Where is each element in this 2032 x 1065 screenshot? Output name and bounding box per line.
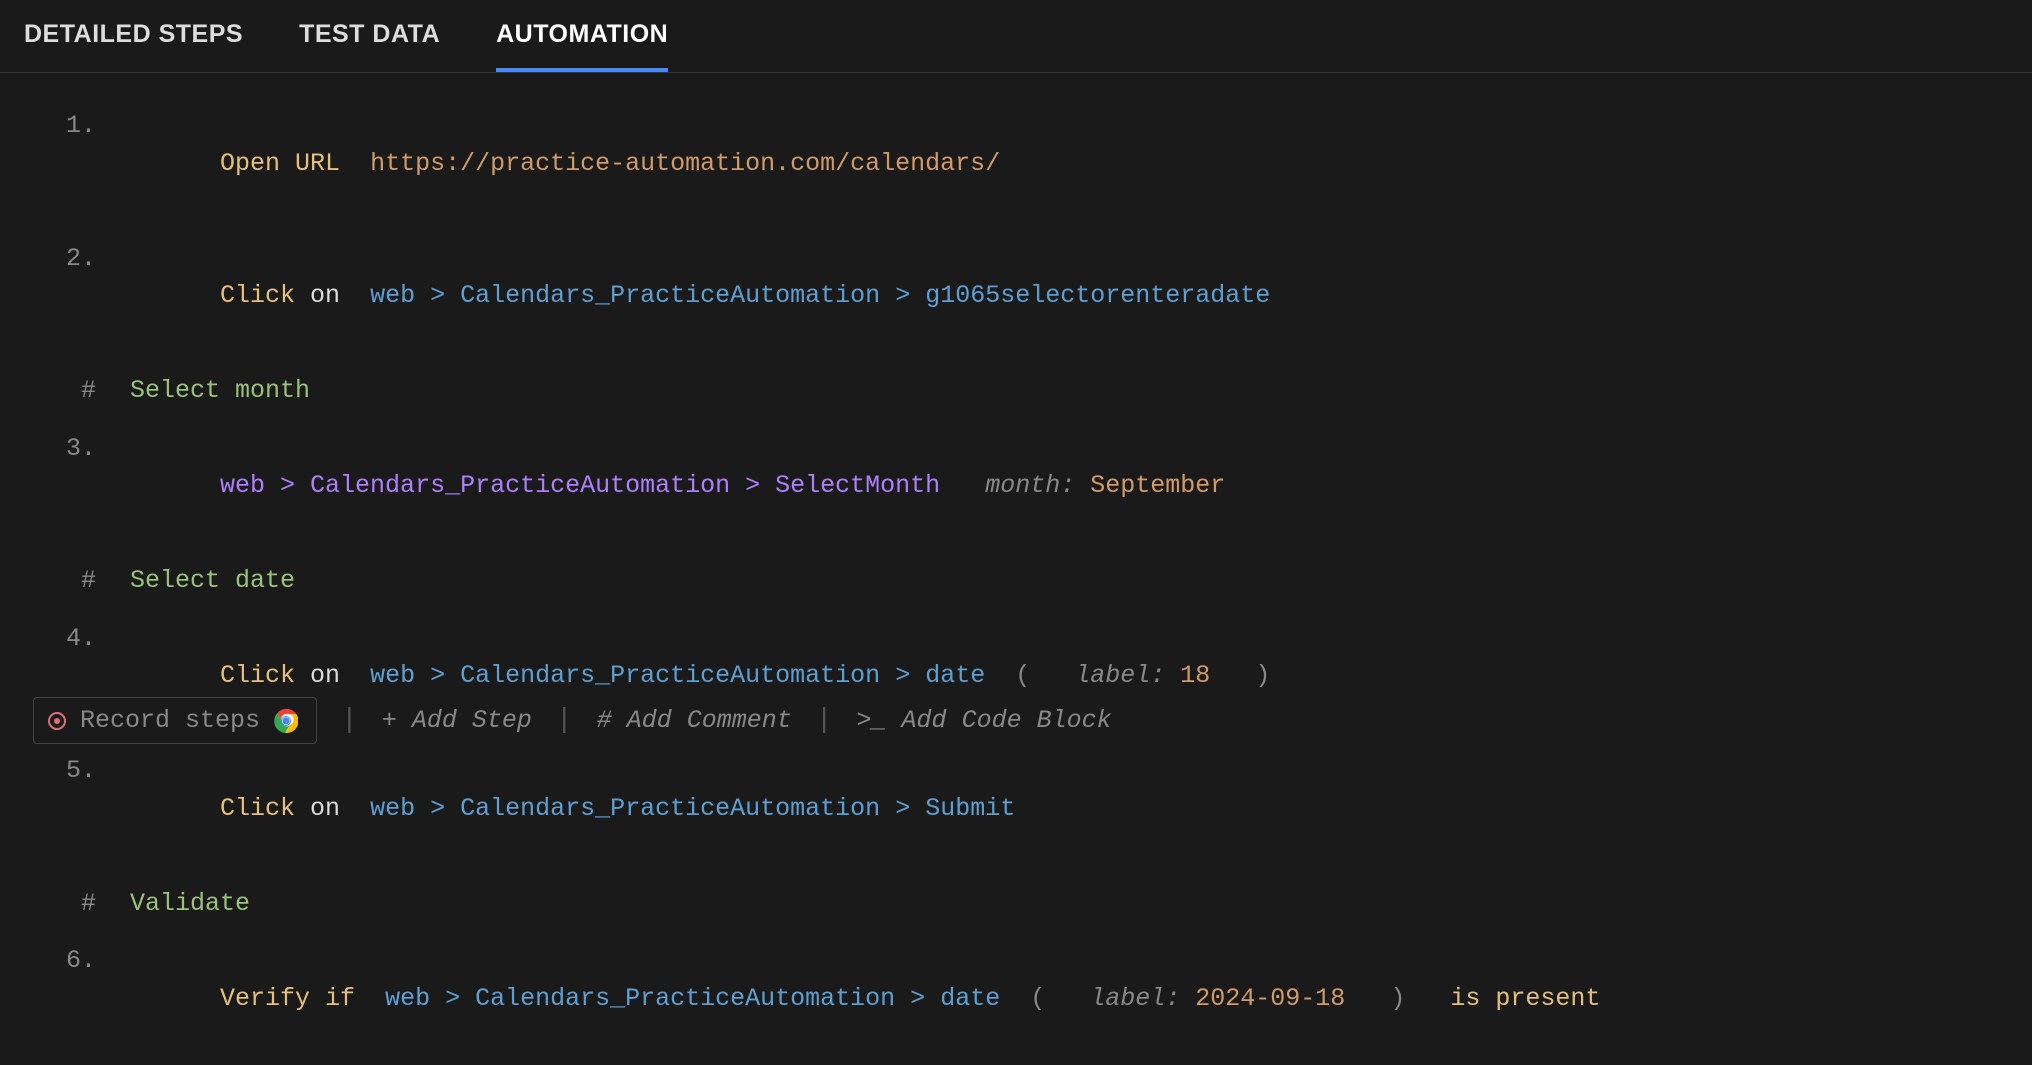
step-line[interactable]: 2. Click on web > Calendars_PracticeAuto… bbox=[0, 230, 2032, 363]
chrome-icon bbox=[274, 709, 298, 733]
record-label: Record steps bbox=[80, 706, 260, 735]
locator-page: Calendars_PracticeAutomation bbox=[460, 281, 880, 310]
comment-text: Select date bbox=[130, 566, 295, 595]
locator-web: web bbox=[370, 281, 415, 310]
locator-page: Calendars_PracticeAutomation bbox=[310, 471, 730, 500]
line-number: 5. bbox=[0, 752, 130, 790]
comment-hash: # bbox=[0, 562, 130, 600]
locator-page: Calendars_PracticeAutomation bbox=[460, 661, 880, 690]
line-number: 4. bbox=[0, 620, 130, 658]
param-value: 2024-09-18 bbox=[1195, 984, 1345, 1013]
paren-close: ) bbox=[1390, 984, 1405, 1013]
step-line[interactable]: 6. Verify if web > Calendars_PracticeAut… bbox=[0, 932, 2032, 1065]
paren-close: ) bbox=[1255, 661, 1270, 690]
line-number: 3. bbox=[0, 430, 130, 468]
action-keyword: Click bbox=[220, 661, 295, 690]
automation-script: 1. Open URL https://practice-automation.… bbox=[0, 73, 2032, 1065]
param-key: label: bbox=[1075, 661, 1165, 690]
comment-line[interactable]: # Validate bbox=[0, 875, 2032, 933]
locator-element: Submit bbox=[925, 794, 1015, 823]
record-icon bbox=[48, 712, 66, 730]
comment-text: Select month bbox=[130, 376, 310, 405]
action-keyword: Click bbox=[220, 794, 295, 823]
locator-page: Calendars_PracticeAutomation bbox=[475, 984, 895, 1013]
locator-web: web bbox=[385, 984, 430, 1013]
action-keyword: Verify if bbox=[220, 984, 355, 1013]
locator-element: date bbox=[925, 661, 985, 690]
locator-element: date bbox=[940, 984, 1000, 1013]
add-code-block-button[interactable]: >_ Add Code Block bbox=[857, 706, 1112, 735]
paren-open: ( bbox=[1015, 661, 1030, 690]
action-keyword: Click bbox=[220, 281, 295, 310]
tab-detailed-steps[interactable]: DETAILED STEPS bbox=[24, 20, 243, 72]
locator-web: web bbox=[370, 661, 415, 690]
add-step-button[interactable]: + Add Step bbox=[382, 706, 532, 735]
comment-line[interactable]: # Select date bbox=[0, 552, 2032, 610]
record-steps-button[interactable]: Record steps bbox=[33, 697, 317, 744]
param-value: 18 bbox=[1180, 661, 1210, 690]
comment-hash: # bbox=[0, 885, 130, 923]
tab-test-data[interactable]: TEST DATA bbox=[299, 20, 440, 72]
paren-open: ( bbox=[1030, 984, 1045, 1013]
divider: | bbox=[792, 705, 857, 736]
line-number: 2. bbox=[0, 240, 130, 278]
comment-line[interactable]: # Select month bbox=[0, 362, 2032, 420]
locator-element: SelectMonth bbox=[775, 471, 940, 500]
param-key: label: bbox=[1090, 984, 1180, 1013]
step-line[interactable]: 3. web > Calendars_PracticeAutomation > … bbox=[0, 420, 2032, 553]
verify-suffix: is present bbox=[1450, 984, 1600, 1013]
divider: | bbox=[317, 705, 382, 736]
step-line[interactable]: 1. Open URL https://practice-automation.… bbox=[0, 97, 2032, 230]
tab-automation[interactable]: AUTOMATION bbox=[496, 20, 668, 72]
locator-web: web bbox=[220, 471, 265, 500]
comment-hash: # bbox=[0, 372, 130, 410]
tab-bar: DETAILED STEPS TEST DATA AUTOMATION bbox=[0, 0, 2032, 73]
comment-text: Validate bbox=[130, 889, 250, 918]
line-number: 1. bbox=[0, 107, 130, 145]
param-key: month: bbox=[985, 471, 1075, 500]
action-keyword: Open URL bbox=[220, 149, 340, 178]
url-value: https://practice-automation.com/calendar… bbox=[370, 149, 1000, 178]
add-comment-button[interactable]: # Add Comment bbox=[597, 706, 792, 735]
footer-toolbar: Record steps | + Add Step | # Add Commen… bbox=[33, 697, 1112, 744]
locator-element: g1065selectorenteradate bbox=[925, 281, 1270, 310]
locator-web: web bbox=[370, 794, 415, 823]
param-value: September bbox=[1090, 471, 1225, 500]
locator-page: Calendars_PracticeAutomation bbox=[460, 794, 880, 823]
divider: | bbox=[532, 705, 597, 736]
line-number: 6. bbox=[0, 942, 130, 980]
